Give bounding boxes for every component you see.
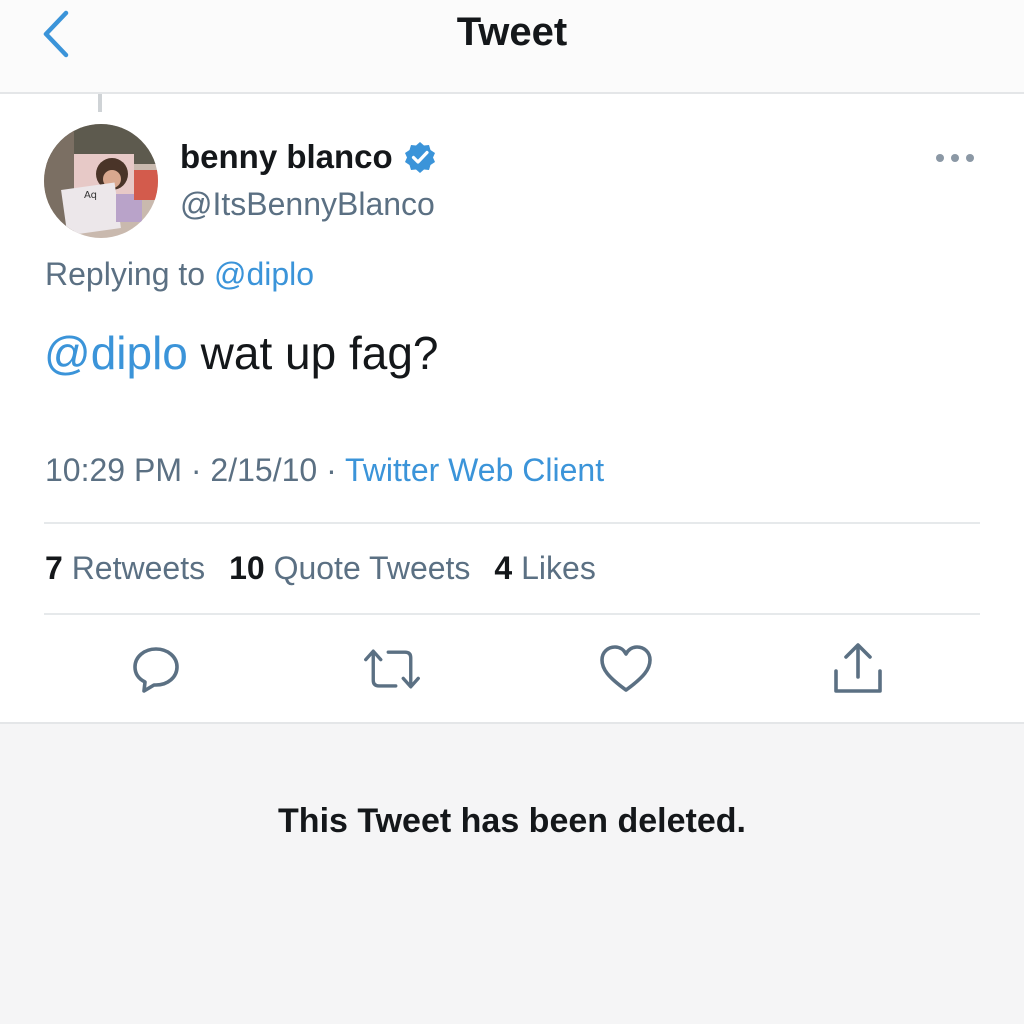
replying-to-line: Replying to @diplo xyxy=(45,256,314,293)
tweet-time: 10:29 PM xyxy=(45,452,182,488)
header-bar: Tweet xyxy=(0,0,1024,94)
reply-button[interactable] xyxy=(126,639,186,699)
share-button[interactable] xyxy=(828,639,888,699)
author-display-name[interactable]: benny blanco xyxy=(180,138,393,176)
tweet-metadata: 10:29 PM · 2/15/10 · Twitter Web Client xyxy=(45,452,604,489)
retweet-button[interactable] xyxy=(362,639,422,699)
svg-text:Aq: Aq xyxy=(84,190,97,201)
meta-separator: · xyxy=(317,452,346,488)
quote-tweets-stat[interactable]: 10 Quote Tweets xyxy=(229,550,470,587)
page-title: Tweet xyxy=(456,10,568,54)
like-button[interactable] xyxy=(596,639,656,699)
tweet-date: 2/15/10 xyxy=(210,452,318,488)
likes-label: Likes xyxy=(521,550,596,586)
retweets-label: Retweets xyxy=(71,550,206,586)
verified-badge-icon xyxy=(404,142,435,173)
author-handle[interactable]: @ItsBennyBlanco xyxy=(180,186,435,223)
quote-tweets-label: Quote Tweets xyxy=(273,550,471,586)
dot-icon xyxy=(936,154,944,162)
replying-to-link[interactable]: @diplo xyxy=(214,256,314,292)
replying-prefix: Replying to xyxy=(45,256,214,292)
avatar[interactable]: Aq xyxy=(44,124,158,238)
dot-icon xyxy=(951,154,959,162)
more-options-button[interactable] xyxy=(930,146,980,170)
retweet-icon xyxy=(364,649,420,689)
avatar-image: Aq xyxy=(44,124,158,238)
tweet-card: Aq benny blanco @ItsBennyBlanco Replying… xyxy=(0,94,1024,724)
tweet-detail-screen: Tweet Aq benny blanco @ItsBennyBlanco Re… xyxy=(0,0,1024,1024)
deleted-tweet-panel: This Tweet has been deleted. xyxy=(0,722,1024,1024)
thread-connector xyxy=(98,94,102,112)
tweet-client-link[interactable]: Twitter Web Client xyxy=(345,452,604,488)
retweets-count: 7 xyxy=(45,550,63,586)
mention-link[interactable]: @diplo xyxy=(44,327,188,379)
share-icon xyxy=(834,643,882,693)
deleted-notice: This Tweet has been deleted. xyxy=(278,802,746,840)
tweet-body-text: wat up fag? xyxy=(187,327,439,379)
reply-icon xyxy=(133,647,179,693)
likes-stat[interactable]: 4 Likes xyxy=(494,550,595,587)
retweets-stat[interactable]: 7 Retweets xyxy=(45,550,205,587)
dot-icon xyxy=(966,154,974,162)
author-name-row: benny blanco xyxy=(180,138,437,176)
like-icon xyxy=(600,645,652,692)
divider xyxy=(44,613,980,615)
likes-count: 4 xyxy=(494,550,513,586)
tweet-stats: 7 Retweets 10 Quote Tweets 4 Likes xyxy=(45,550,596,587)
tweet-text: @diplo wat up fag? xyxy=(44,326,439,380)
quote-tweets-count: 10 xyxy=(229,550,265,586)
divider xyxy=(44,522,980,524)
tweet-actions-bar xyxy=(0,639,1024,699)
meta-separator: · xyxy=(181,452,211,488)
